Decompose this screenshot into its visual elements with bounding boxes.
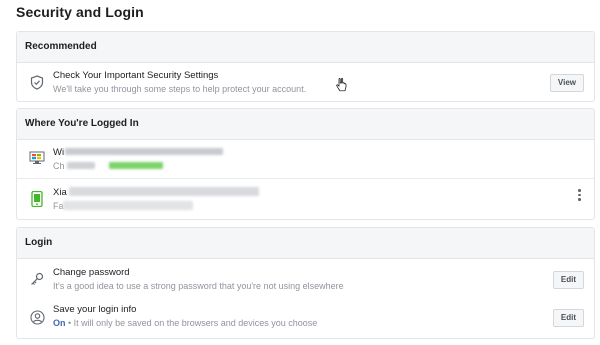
active-status-redacted [109,162,163,169]
security-checkup-subtitle: We'll take you through some steps to hel… [53,84,307,94]
login-header: Login [17,228,594,259]
logged-in-header: Where You're Logged In [17,109,594,140]
hand-cursor-icon [336,78,347,92]
more-options-icon[interactable] [578,189,582,201]
change-password-row[interactable]: Change password It's a good idea to use … [17,259,594,299]
change-password-title: Change password [53,267,130,278]
login-section: Login Change password It's a good idea t… [16,227,595,339]
security-checkup-title: Check Your Important Security Settings [53,70,219,81]
recommended-section: Recommended Check Your Important Securit… [16,31,595,102]
session-row[interactable]: Wi Ch [17,140,594,178]
change-password-subtitle: It's a good idea to use a strong passwor… [53,281,344,291]
security-checkup-row[interactable]: Check Your Important Security Settings W… [17,63,594,101]
session-detail: Ch [53,161,65,171]
session-device: Xia [53,187,67,198]
save-login-row[interactable]: Save your login info On • It will only b… [17,299,594,337]
shield-icon [28,73,46,91]
key-icon [28,270,46,288]
mobile-phone-icon [28,190,46,208]
redacted-text [63,201,193,210]
save-login-description: • It will only be saved on the browsers … [65,318,318,328]
user-circle-icon [28,308,46,326]
recommended-header: Recommended [17,32,594,63]
session-row[interactable]: Xia Fa [17,178,594,219]
desktop-icon [28,149,46,167]
logged-in-section: Where You're Logged In Wi Ch Xia Fa [16,108,595,220]
edit-password-button[interactable]: Edit [552,271,584,289]
page-title: Security and Login [16,4,144,20]
redacted-text [65,148,223,155]
save-login-title: Save your login info [53,304,137,315]
save-login-subtitle: On • It will only be saved on the browse… [53,318,317,328]
view-button[interactable]: View [549,74,584,92]
redacted-text [69,187,259,196]
session-device: Wi [53,147,65,158]
redacted-text [67,162,95,169]
save-login-status: On [53,318,66,328]
edit-save-login-button[interactable]: Edit [552,309,584,327]
session-detail: Fa [53,201,64,211]
